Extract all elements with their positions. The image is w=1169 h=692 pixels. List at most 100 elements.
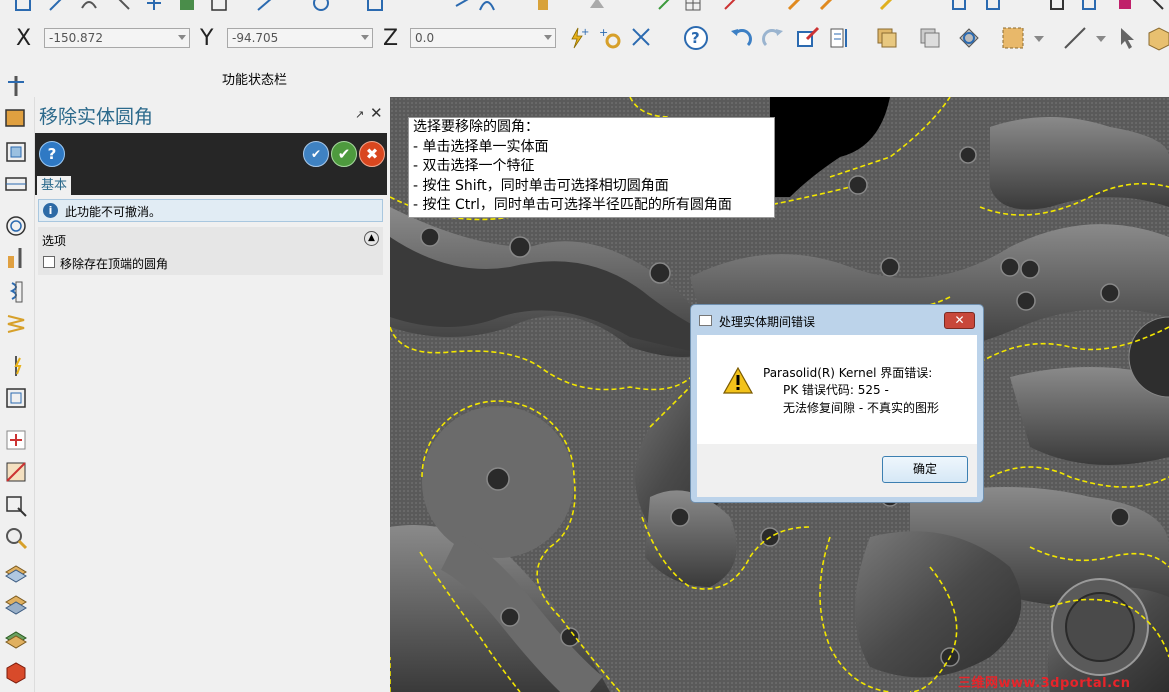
copy-level-icon[interactable]: [917, 25, 943, 51]
app-icon: [699, 315, 712, 326]
level-icon[interactable]: [874, 25, 900, 51]
box-select-icon[interactable]: [14, 0, 32, 12]
confirm-button[interactable]: 确定: [882, 456, 968, 483]
sketch-line-icon[interactable]: [256, 0, 274, 12]
autocursor-settings-icon[interactable]: +: [597, 25, 623, 51]
error-message-line1: Parasolid(R) Kernel 界面错误:: [763, 366, 933, 380]
spring-icon[interactable]: [4, 312, 28, 336]
move-icon[interactable]: [950, 0, 968, 12]
drill-icon[interactable]: [4, 74, 28, 98]
trim-tool-icon[interactable]: [114, 0, 132, 12]
svg-text:?: ?: [691, 29, 700, 47]
tooltip-line: 选择要移除的圆角：: [413, 119, 539, 135]
cylinder-icon[interactable]: [534, 0, 552, 12]
help-icon[interactable]: ?: [683, 25, 709, 51]
transform-tool-icon[interactable]: [178, 0, 196, 12]
help-button[interactable]: ?: [39, 141, 65, 167]
stock-stack-icon[interactable]: [4, 592, 28, 616]
rotate-icon[interactable]: [984, 0, 1002, 12]
select-arrow-icon[interactable]: [1148, 0, 1166, 12]
y-coordinate-field[interactable]: -94.705: [227, 28, 373, 48]
dialog-body: Parasolid(R) Kernel 界面错误: PK 错误代码: 525 -…: [697, 335, 977, 444]
pencil-alt-icon[interactable]: [818, 0, 836, 12]
helix-bore-icon[interactable]: [4, 280, 28, 304]
arc-tool-icon[interactable]: [478, 0, 496, 12]
close-icon[interactable]: ✕: [370, 104, 383, 122]
rectangle-tool-icon[interactable]: [366, 0, 384, 12]
panel-title: 移除实体圆角: [39, 106, 154, 128]
edit-icon[interactable]: [656, 0, 674, 12]
selection-tooltip: 选择要移除的圆角： - 单击选择单一实体面 - 双击选择一个特征 - 按住 Sh…: [408, 117, 775, 218]
solid-view-icon[interactable]: [1145, 25, 1169, 51]
curve-tool-icon[interactable]: [80, 0, 98, 12]
ramp-icon[interactable]: [4, 460, 28, 484]
toolpath-list-icon[interactable]: [827, 25, 853, 51]
dialog-title: 处理实体期间错误: [719, 315, 816, 329]
shaded-box-icon[interactable]: [1000, 25, 1026, 51]
undo-icon[interactable]: [728, 25, 754, 51]
line-tool-icon[interactable]: [48, 0, 66, 12]
fast-point-icon[interactable]: +: [564, 25, 590, 51]
surface-icon[interactable]: [588, 0, 606, 12]
x-coordinate-field[interactable]: -150.872: [44, 28, 190, 48]
warning-icon: [723, 367, 753, 394]
svg-text:+: +: [581, 27, 589, 38]
stock-layer-icon[interactable]: [4, 560, 28, 584]
grid-icon[interactable]: [684, 0, 702, 12]
rapid-drill-icon[interactable]: [4, 354, 28, 378]
z-coordinate-field[interactable]: 0.0: [410, 28, 556, 48]
point-tool-icon[interactable]: [145, 0, 163, 12]
z-axis-label: Z: [383, 26, 399, 51]
transform-toolpath-icon[interactable]: [4, 494, 28, 518]
stock-model-icon[interactable]: [4, 626, 28, 650]
select-filter-icon[interactable]: [629, 25, 655, 51]
error-dialog: 处理实体期间错误 ✕ Parasolid(R) Kernel 界面错误: PK …: [690, 304, 984, 503]
brush-icon[interactable]: [878, 0, 896, 12]
apply-button[interactable]: ✔: [303, 141, 329, 167]
top-toolbar-row: [0, 0, 1169, 18]
circle-tool-icon[interactable]: [312, 0, 330, 12]
collapse-icon[interactable]: ▲: [364, 231, 379, 246]
cut-icon[interactable]: [722, 0, 740, 12]
wireframe-line-icon[interactable]: [1062, 25, 1088, 51]
chevron-down-icon[interactable]: [361, 35, 369, 40]
error-message-line2: PK 错误代码: 525 -: [783, 383, 889, 397]
remove-top-fillet-label[interactable]: 移除存在顶端的圆角: [60, 255, 168, 272]
ok-button[interactable]: ✔: [331, 141, 357, 167]
pocket-icon[interactable]: [4, 106, 28, 130]
info-text: 此功能不可撤消。: [65, 205, 162, 219]
tab-basic[interactable]: 基本: [37, 176, 72, 195]
magnify-icon[interactable]: [4, 526, 28, 550]
spline-tool-icon[interactable]: [454, 0, 472, 12]
regenerate-icon[interactable]: [956, 25, 982, 51]
contour-icon[interactable]: [4, 140, 28, 164]
chevron-down-icon[interactable]: [1034, 36, 1044, 42]
pin-icon[interactable]: ↗: [355, 108, 364, 121]
info-bar: i 此功能不可撤消。: [38, 199, 383, 222]
dialog-footer: 确定: [697, 444, 977, 497]
scale-icon[interactable]: [1048, 0, 1066, 12]
edit-operation-icon[interactable]: [795, 25, 821, 51]
chevron-down-icon[interactable]: [178, 35, 186, 40]
mirror-icon[interactable]: [1080, 0, 1098, 12]
close-button[interactable]: ✕: [944, 312, 975, 329]
circle-mill-icon[interactable]: [4, 214, 28, 238]
add-point-icon[interactable]: [4, 428, 28, 452]
cancel-button[interactable]: ✖: [359, 141, 385, 167]
redo-icon[interactable]: [760, 25, 786, 51]
options-section: 选项 ▲ 移除存在顶端的圆角: [38, 227, 383, 275]
solid-block-icon[interactable]: [4, 660, 28, 684]
slot-icon[interactable]: [4, 172, 28, 196]
tooltip-line: - 单击选择单一实体面: [413, 138, 549, 155]
pencil-icon[interactable]: [786, 0, 804, 12]
error-message-line3: 无法修复间隙 - 不真实的图形: [783, 401, 939, 415]
chevron-down-icon[interactable]: [544, 35, 552, 40]
pointer-icon[interactable]: [1115, 25, 1141, 51]
chevron-down-icon[interactable]: [1096, 36, 1106, 42]
remove-top-fillet-checkbox[interactable]: [43, 256, 55, 268]
options-section-label: 选项: [42, 234, 67, 248]
color-icon[interactable]: [1116, 0, 1134, 12]
z-depth-icon[interactable]: [210, 0, 228, 12]
thread-mill-icon[interactable]: [4, 246, 28, 270]
facing-icon[interactable]: [4, 386, 28, 410]
